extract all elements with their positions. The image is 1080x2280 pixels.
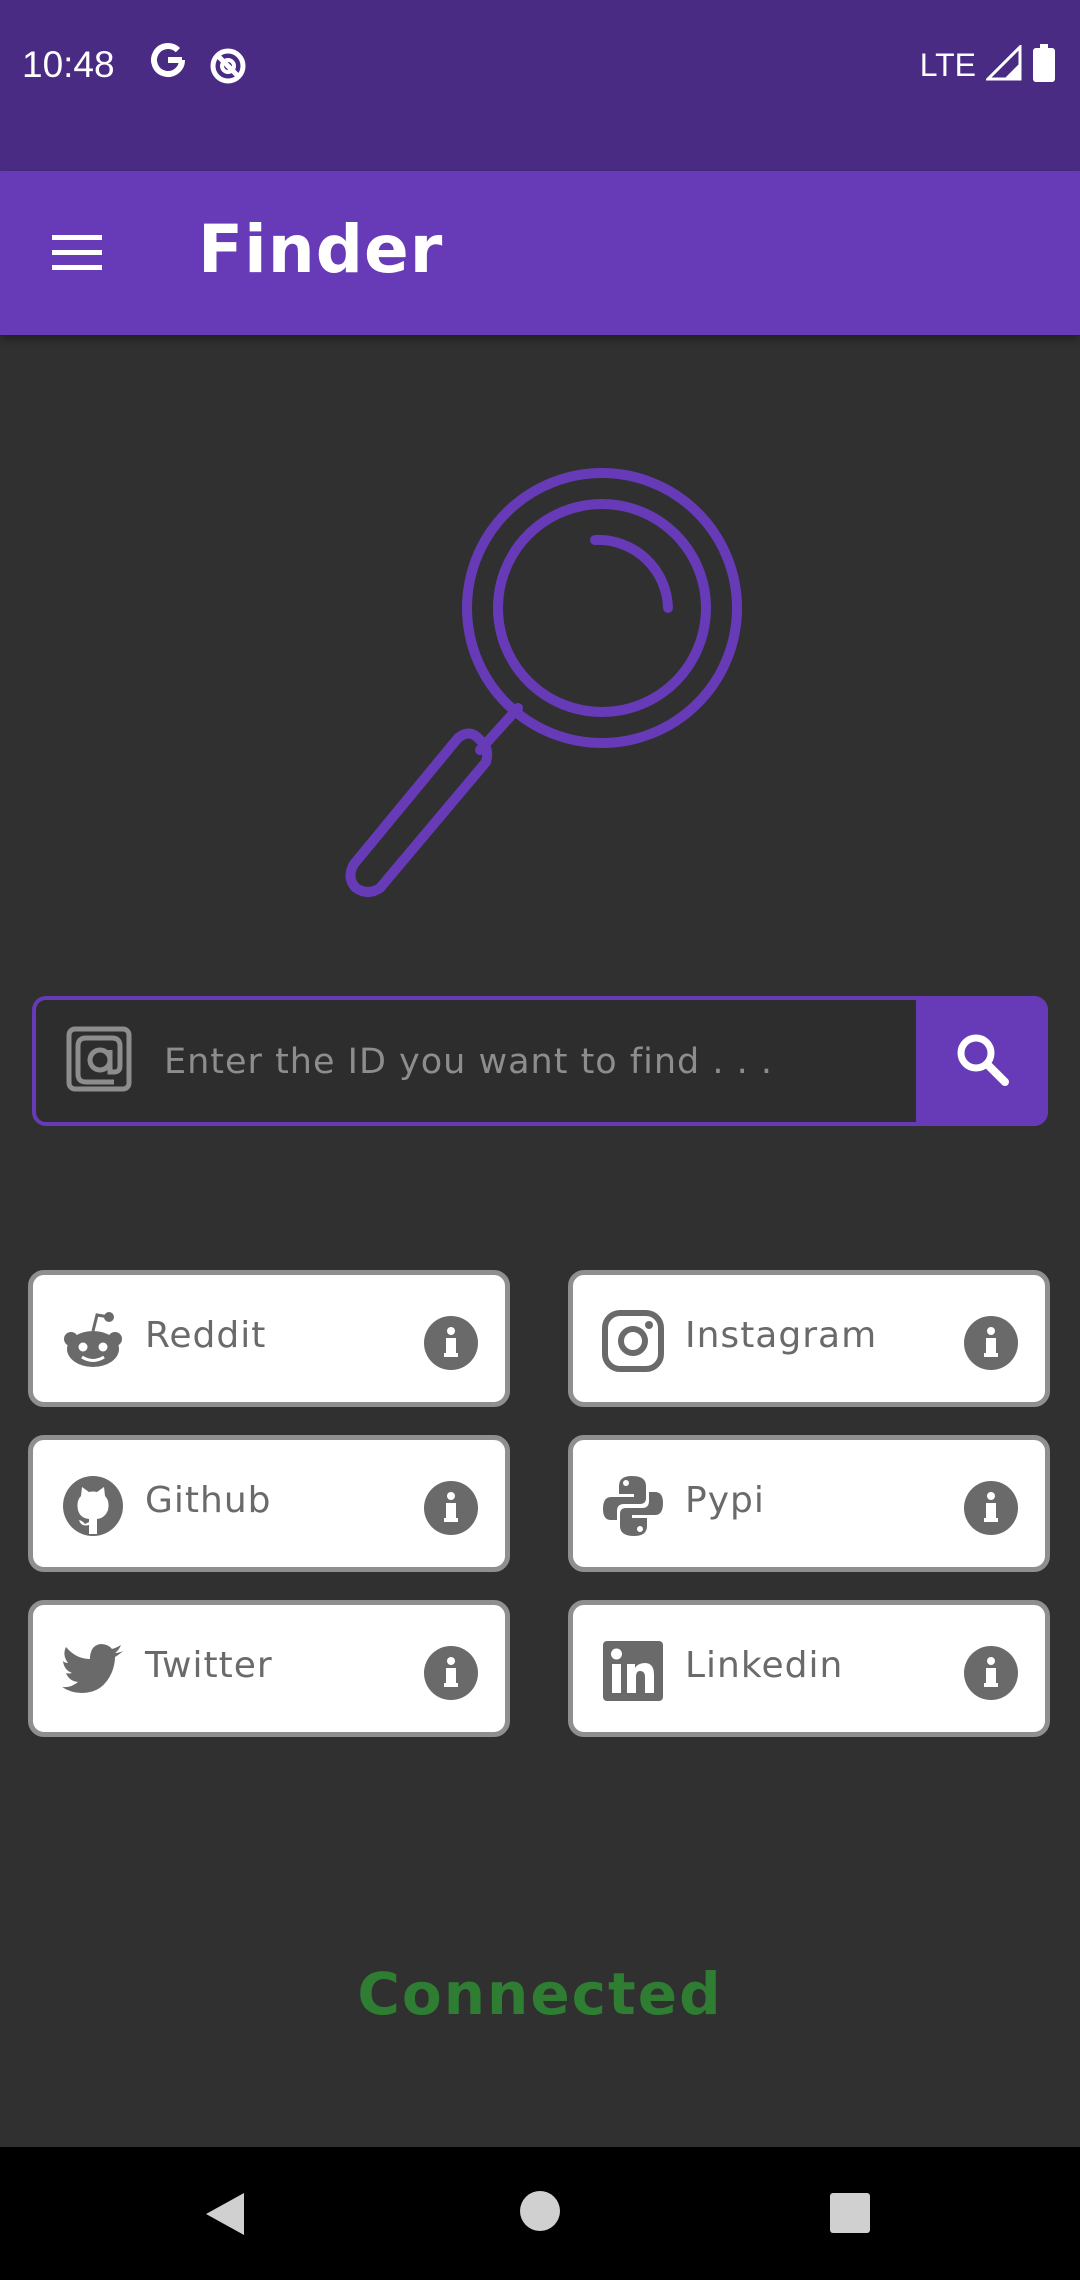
instagram-icon (601, 1309, 665, 1373)
at-sign-status-icon (208, 46, 248, 90)
platform-button-pypi[interactable]: Pypi (568, 1435, 1050, 1572)
platform-label: Github (145, 1480, 272, 1521)
linkedin-icon (601, 1639, 665, 1703)
search-input[interactable] (162, 1000, 946, 1124)
at-sign-icon (64, 1024, 134, 1098)
info-icon[interactable] (423, 1315, 479, 1371)
platform-grid: Reddit Instagram Github Pypi Twitter Lin… (28, 1270, 1052, 1740)
app-title: Finder (198, 211, 444, 288)
info-icon[interactable] (963, 1480, 1019, 1536)
platform-label: Reddit (145, 1315, 267, 1356)
connection-status: Connected (357, 1960, 723, 2028)
hamburger-menu-icon[interactable] (48, 227, 106, 279)
info-icon[interactable] (963, 1315, 1019, 1371)
signal-icon (984, 43, 1022, 85)
info-icon[interactable] (423, 1645, 479, 1701)
status-bar: 10:48 LTE (0, 0, 1080, 171)
search-button[interactable] (916, 996, 1048, 1126)
platform-label: Pypi (685, 1480, 765, 1521)
network-type: LTE (919, 46, 976, 83)
github-icon (61, 1474, 125, 1538)
platform-label: Instagram (685, 1315, 878, 1356)
platform-button-twitter[interactable]: Twitter (28, 1600, 510, 1737)
battery-icon (1032, 44, 1056, 86)
google-g-icon (148, 40, 188, 84)
magnifying-glass-icon (340, 460, 760, 905)
twitter-icon (61, 1639, 125, 1703)
back-icon[interactable] (200, 2189, 248, 2243)
navigation-bar (0, 2147, 1080, 2280)
platform-label: Linkedin (685, 1645, 844, 1686)
platform-button-github[interactable]: Github (28, 1435, 510, 1572)
search-box (32, 996, 1048, 1126)
platform-button-reddit[interactable]: Reddit (28, 1270, 510, 1407)
status-time: 10:48 (22, 44, 115, 85)
info-icon[interactable] (423, 1480, 479, 1536)
app-bar: Finder (0, 171, 1080, 335)
platform-button-linkedin[interactable]: Linkedin (568, 1600, 1050, 1737)
info-icon[interactable] (963, 1645, 1019, 1701)
recents-icon[interactable] (828, 2191, 872, 2239)
platform-button-instagram[interactable]: Instagram (568, 1270, 1050, 1407)
platform-label: Twitter (145, 1645, 273, 1686)
status-indicators: LTE (919, 43, 1056, 86)
search-icon (952, 1029, 1012, 1093)
home-icon[interactable] (518, 2189, 562, 2237)
python-icon (601, 1474, 665, 1538)
reddit-icon (61, 1309, 125, 1373)
